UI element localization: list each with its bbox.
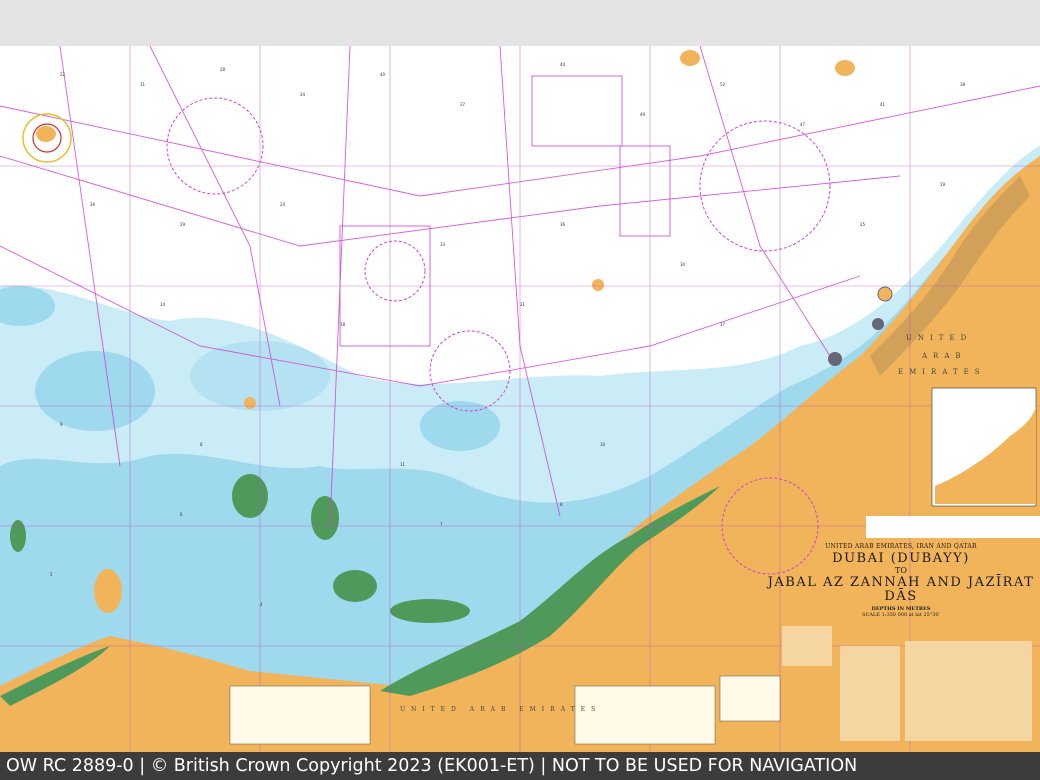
country-label-bottom: UNITED ARAB EMIRATES (400, 706, 602, 713)
svg-text:30: 30 (680, 262, 686, 267)
svg-text:24: 24 (280, 202, 286, 207)
island (390, 599, 470, 623)
svg-text:29: 29 (180, 222, 186, 227)
tidal-streams-table (574, 685, 716, 745)
chart-canvas[interactable]: 22 31 28 34 40 37 44 49 52 47 41 38 26 29 24 33 36 3… (0, 46, 1040, 752)
svg-text:31: 31 (140, 82, 146, 87)
svg-text:22: 22 (60, 72, 66, 77)
svg-text:21: 21 (520, 302, 526, 307)
island (311, 496, 339, 540)
island (36, 126, 56, 142)
viewer-toolbar (0, 0, 1040, 46)
island (592, 279, 604, 291)
chart-title-line-1: DUBAI (DUBAYY) (832, 551, 970, 566)
title-area-bg (866, 516, 1040, 538)
island (333, 570, 377, 602)
nautical-chart[interactable]: 22 31 28 34 40 37 44 49 52 47 41 38 26 29 24 33 36 3… (0, 46, 1040, 752)
svg-text:26: 26 (90, 202, 96, 207)
svg-text:40: 40 (380, 72, 386, 77)
island (94, 569, 122, 613)
svg-text:36: 36 (560, 222, 566, 227)
svg-text:11: 11 (400, 462, 406, 467)
svg-text:25: 25 (860, 222, 866, 227)
chart-title-line-2: JABAL AZ ZANNAH AND JAZĪRAT DĀS (767, 575, 1035, 604)
island (680, 50, 700, 66)
svg-text:34: 34 (300, 92, 306, 97)
tidal-table (229, 685, 371, 745)
svg-text:33: 33 (440, 242, 446, 247)
island (835, 60, 855, 76)
svg-text:49: 49 (640, 112, 646, 117)
svg-text:38: 38 (960, 82, 966, 87)
island (232, 474, 268, 518)
svg-text:41: 41 (880, 102, 886, 107)
country-label-united: UNITED (906, 334, 973, 342)
country-label-arab: ARAB (922, 352, 967, 360)
svg-text:37: 37 (460, 102, 466, 107)
chart-title-block: UNITED ARAB EMIRATES, IRAN AND QATAR DUB… (764, 543, 1038, 618)
scale-note: SCALE 1:350 000 at lat 25°30′ (862, 612, 940, 618)
country-label-emirates: EMIRATES (898, 368, 986, 376)
svg-text:10: 10 (600, 442, 606, 447)
svg-text:17: 17 (720, 322, 726, 327)
svg-text:18: 18 (340, 322, 346, 327)
shallow-patch (420, 401, 500, 451)
svg-text:44: 44 (560, 62, 566, 67)
island (10, 520, 26, 552)
island (244, 397, 256, 409)
svg-text:47: 47 (800, 122, 806, 127)
svg-text:14: 14 (160, 302, 166, 307)
svg-text:19: 19 (940, 182, 946, 187)
chart-region-title: UNITED ARAB EMIRATES, IRAN AND QATAR (825, 543, 977, 550)
tidal-levels-table (719, 675, 781, 722)
svg-text:28: 28 (220, 67, 226, 72)
shallow-patch (35, 351, 155, 431)
copyright-footer: OW RC 2889-0 | © British Crown Copyright… (0, 752, 1040, 780)
svg-text:52: 52 (720, 82, 726, 87)
